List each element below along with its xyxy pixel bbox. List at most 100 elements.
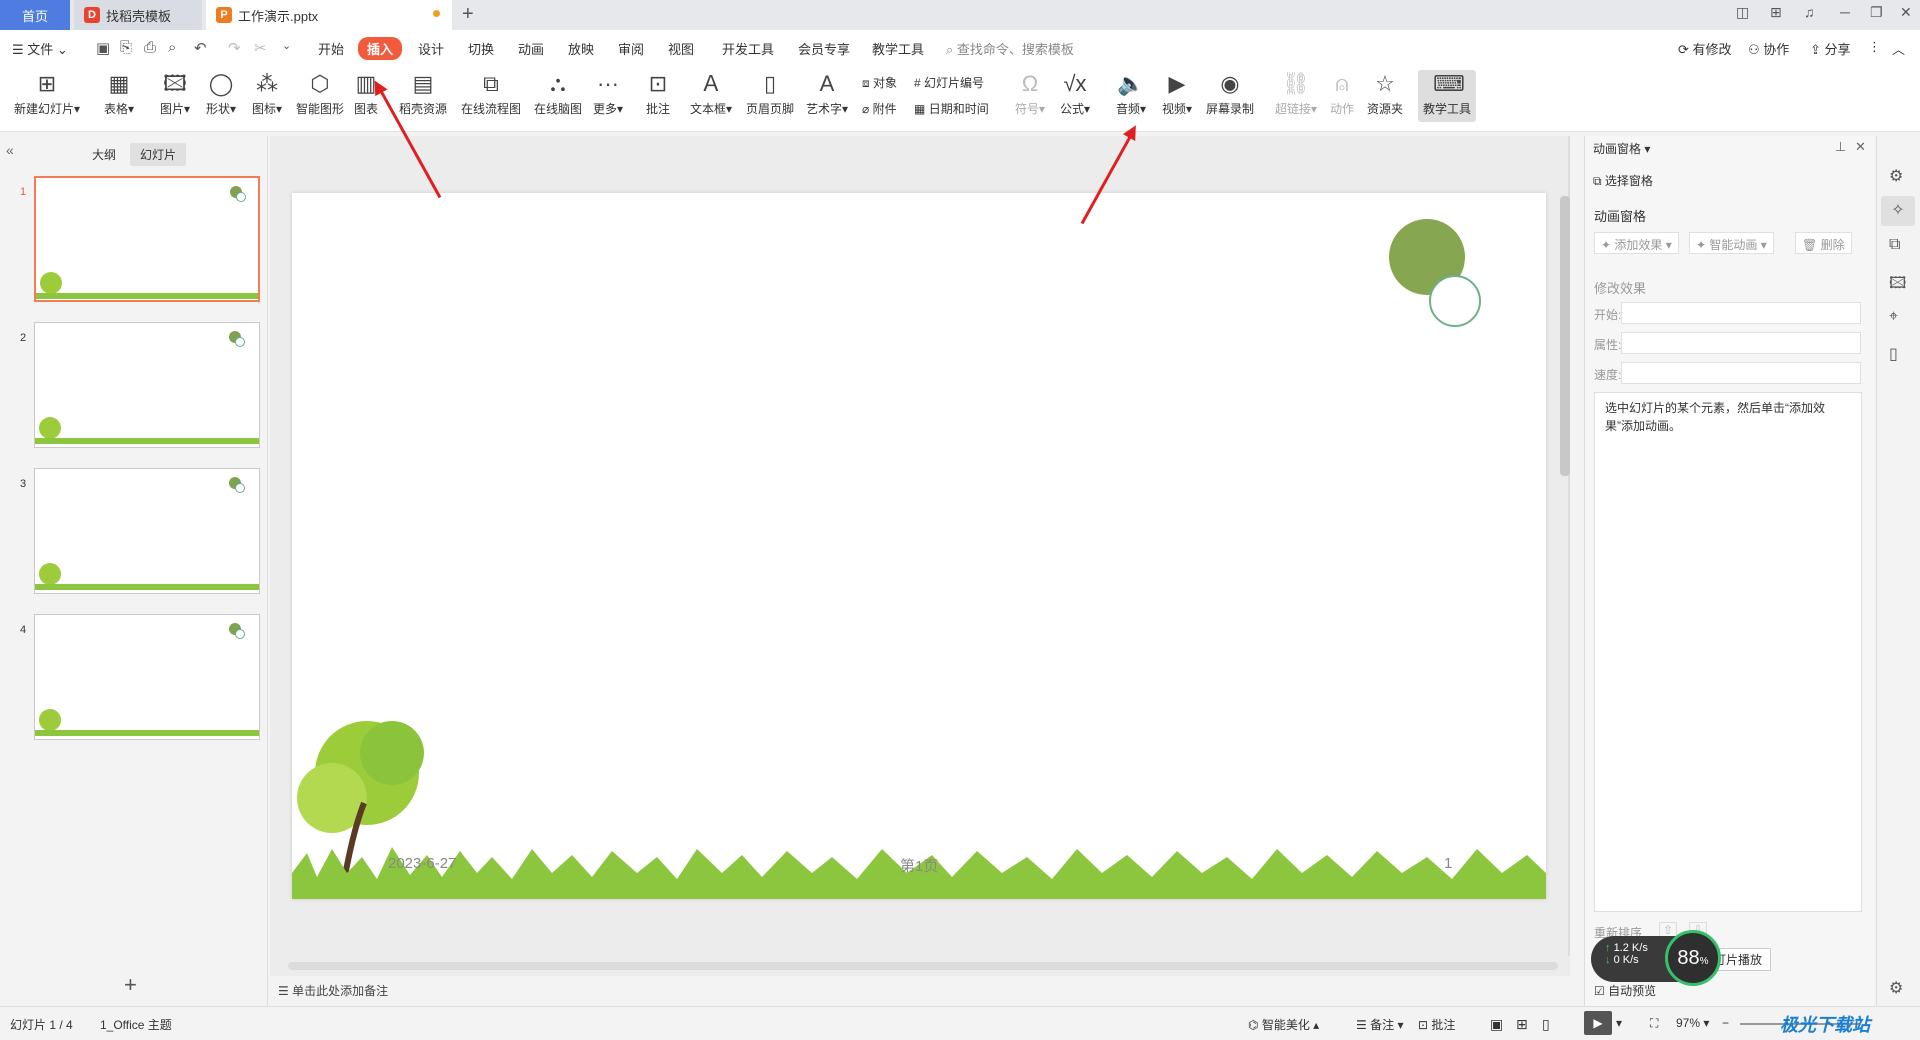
hyperlink-button[interactable]: ⛓ 超链接▾ — [1272, 70, 1320, 117]
save-icon[interactable]: ▣ — [96, 39, 110, 57]
online-mindmap-button[interactable]: ⛬ 在线脑图 — [530, 70, 586, 117]
slide-number-button[interactable]: # 幻灯片编号 — [914, 74, 984, 91]
gear-icon[interactable]: ⚙ — [1889, 978, 1903, 998]
delete-effect-button[interactable]: 🗑 删除 — [1795, 232, 1852, 254]
close-pane-icon[interactable]: ✕ — [1855, 139, 1866, 155]
redo-icon[interactable]: ↷ — [228, 39, 241, 57]
new-slide-button[interactable]: ⊞ 新建幻灯片▾ — [10, 70, 84, 117]
bell-icon[interactable]: ♫ — [1804, 4, 1815, 20]
audio-button[interactable]: 🔈 音频▾ — [1108, 70, 1154, 117]
menu-animation[interactable]: 动画 — [518, 39, 544, 58]
date-time-button[interactable]: ▦ 日期和时间 — [914, 100, 989, 117]
notes-area[interactable]: ☰ 单击此处添加备注 — [278, 982, 388, 999]
close-icon[interactable]: ✕ — [1900, 4, 1912, 21]
horizontal-scrollbar[interactable] — [288, 962, 1558, 970]
export-icon[interactable]: ⎘ — [120, 39, 132, 56]
table-button[interactable]: ▦ 表格▾ — [94, 70, 144, 117]
fit-window-icon[interactable]: ⛶ — [1650, 1016, 1658, 1031]
add-effect-button[interactable]: ✦ 添加效果 ▾ — [1594, 232, 1679, 254]
menu-view[interactable]: 视图 — [668, 39, 694, 58]
grid-view-icon[interactable]: ⊞ — [1516, 1016, 1528, 1033]
slide-page-label[interactable]: 第1页 — [900, 855, 938, 876]
resource-folder-button[interactable]: ☆ 资源夹 — [1362, 70, 1408, 117]
icon-button[interactable]: ⁂ 图标▾ — [242, 70, 292, 117]
file-menu[interactable]: ☰ 文件 ⌄ — [12, 39, 68, 58]
symbol-button[interactable]: Ω 符号▾ — [1008, 70, 1052, 117]
share-button[interactable]: ⇪ 分享 — [1810, 39, 1851, 58]
layout-icon[interactable]: ◫ — [1736, 4, 1749, 21]
menu-member[interactable]: 会员专享 — [798, 39, 850, 58]
smart-shape-button[interactable]: ⬡ 智能图形 — [288, 70, 352, 117]
play-slideshow-icon[interactable]: ▶ — [1584, 1011, 1612, 1035]
pin-icon[interactable]: ⊥ — [1835, 139, 1846, 155]
slide-number[interactable]: 1 — [1444, 855, 1452, 872]
slide-thumbnail-1[interactable] — [34, 176, 260, 302]
add-slide-button[interactable]: + — [124, 972, 137, 998]
object-button[interactable]: ⧈ 对象 — [862, 74, 897, 91]
smart-animation-button[interactable]: ✦ 智能动画 ▾ — [1689, 232, 1774, 254]
revision-button[interactable]: ⟳ 有修改 — [1678, 39, 1732, 58]
new-tab-icon[interactable]: + — [462, 3, 474, 26]
menu-devtools[interactable]: 开发工具 — [722, 39, 774, 58]
collapse-panel-icon[interactable]: « — [6, 142, 14, 158]
more-menu-icon[interactable]: ⋮ — [1868, 39, 1881, 55]
outline-tab[interactable]: 大纲 — [92, 146, 116, 163]
formula-button[interactable]: √x 公式▾ — [1052, 70, 1098, 117]
animation-star-icon[interactable]: ✧ — [1881, 196, 1915, 226]
start-select[interactable] — [1621, 302, 1861, 324]
slide-thumbnail-3[interactable] — [34, 468, 260, 594]
menu-slideshow[interactable]: 放映 — [568, 39, 594, 58]
notes-toggle[interactable]: ☰ 备注 ▾ — [1356, 1016, 1403, 1033]
zoom-out-icon[interactable]: − — [1722, 1016, 1729, 1030]
play-options-icon[interactable]: ▾ — [1616, 1016, 1622, 1030]
comments-toggle[interactable]: ⊡ 批注 — [1418, 1016, 1455, 1033]
auto-preview-checkbox[interactable]: ☑ 自动预览 — [1594, 982, 1656, 999]
art-text-button[interactable]: A 艺术字▾ — [802, 70, 852, 117]
screen-record-button[interactable]: ◉ 屏幕录制 — [1200, 70, 1260, 117]
select-pane-button[interactable]: ⧉ 选择窗格 — [1593, 172, 1653, 189]
slides-tab[interactable]: 幻灯片 — [130, 143, 187, 166]
attachment-button[interactable]: ⌀ 附件 — [862, 100, 897, 117]
picture-button[interactable]: 🖾 图片▾ — [150, 70, 200, 117]
collapse-ribbon-icon[interactable]: ︿ — [1892, 39, 1905, 58]
apps-grid-icon[interactable]: ⊞ — [1770, 4, 1782, 21]
property-select[interactable] — [1621, 332, 1861, 354]
menu-design[interactable]: 设计 — [418, 39, 444, 58]
slide-1[interactable]: 2023-6-27 第1页 1 — [292, 193, 1546, 899]
print-icon[interactable]: ⎙ — [144, 39, 156, 56]
undo-icon[interactable]: ↶ — [194, 39, 207, 57]
preview-icon[interactable]: ⌕ — [168, 39, 176, 56]
speed-select[interactable] — [1621, 362, 1861, 384]
slide-thumbnail-4[interactable] — [34, 614, 260, 740]
menu-insert[interactable]: 插入 — [358, 37, 403, 60]
settings-sliders-icon[interactable]: ⚙ — [1889, 166, 1903, 186]
tab-home[interactable]: 首页 — [0, 0, 70, 30]
menu-teaching[interactable]: 教学工具 — [872, 39, 924, 58]
video-button[interactable]: ▶ 视频▾ — [1154, 70, 1200, 117]
memory-gauge[interactable]: 88% — [1665, 930, 1721, 986]
more-insert-button[interactable]: ··· 更多▾ — [588, 70, 628, 117]
online-flowchart-button[interactable]: ⧉ 在线流程图 — [458, 70, 524, 117]
minimize-icon[interactable]: ─ — [1840, 4, 1850, 20]
picture-panel-icon[interactable]: 🖾 — [1889, 272, 1906, 299]
slide-copy-icon[interactable]: ⧉ — [1889, 236, 1900, 254]
header-footer-button[interactable]: ▯ 页眉页脚 — [742, 70, 798, 117]
menu-transition[interactable]: 切换 — [468, 39, 494, 58]
slide-date[interactable]: 2023-6-27 — [388, 855, 456, 872]
smart-beautify-button[interactable]: ⌬ 智能美化 ▴ — [1248, 1016, 1319, 1033]
zoom-level[interactable]: 97% ▾ — [1676, 1016, 1709, 1030]
reading-view-icon[interactable]: ▯ — [1542, 1016, 1550, 1033]
book-icon[interactable]: ▯ — [1889, 344, 1898, 364]
docer-resource-button[interactable]: ▤ 稻壳资源 — [392, 70, 454, 117]
teaching-tools-button[interactable]: ⌨ 教学工具 — [1418, 70, 1476, 122]
command-search[interactable]: ⌕ 查找命令、搜索模板 — [946, 39, 1074, 58]
pane-title[interactable]: 动画窗格 ▾ — [1593, 140, 1650, 157]
action-button[interactable]: ⍝ 动作 — [1322, 70, 1362, 117]
textbox-button[interactable]: Ａ 文本框▾ — [688, 70, 734, 117]
restore-icon[interactable]: ❐ — [1870, 4, 1883, 21]
menu-home[interactable]: 开始 — [318, 39, 344, 58]
collaborate-button[interactable]: ⚇ 协作 — [1748, 39, 1789, 58]
tab-document[interactable]: P 工作演示.pptx — [206, 0, 452, 30]
shape-button[interactable]: ◯ 形状▾ — [196, 70, 246, 117]
menu-review[interactable]: 审阅 — [618, 39, 644, 58]
